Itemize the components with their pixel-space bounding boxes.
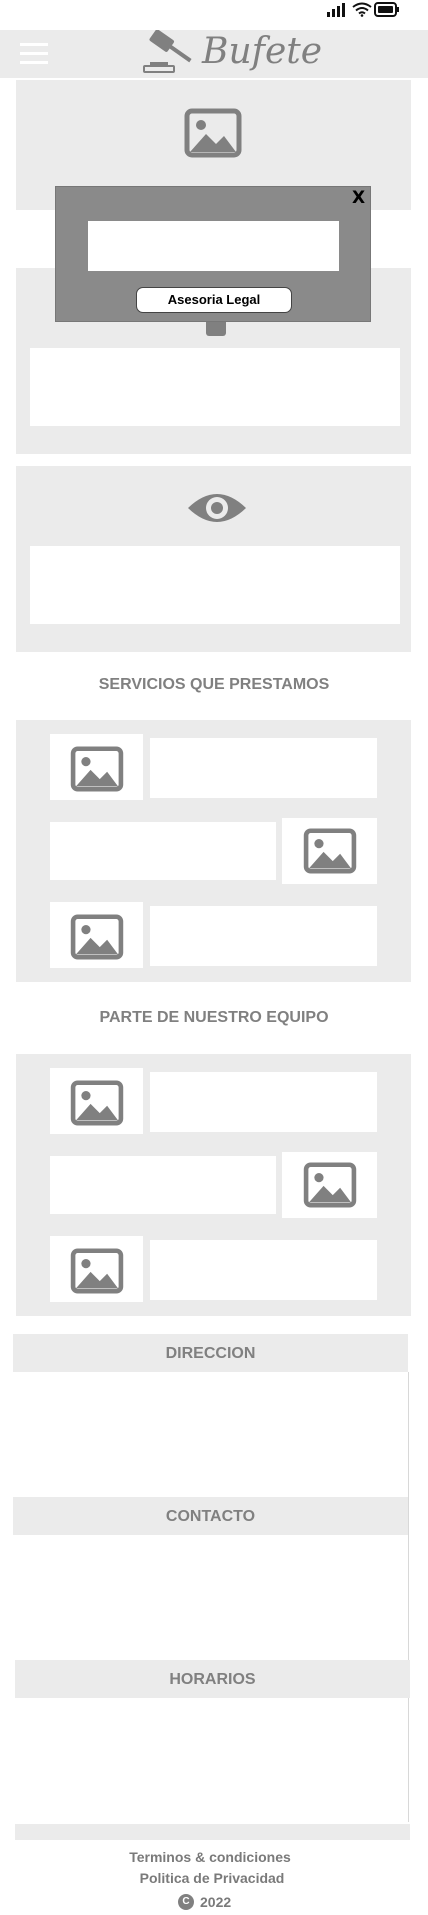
footer-divider	[15, 1824, 410, 1840]
status-bar	[0, 0, 428, 28]
contact-title: CONTACTO	[165, 1508, 256, 1525]
privacy-link[interactable]: Politica de Privacidad	[0, 1870, 426, 1886]
service-text-box	[150, 738, 377, 798]
image-placeholder-icon	[70, 1080, 124, 1126]
modal-text-box	[88, 221, 339, 271]
services-title: SERVICIOS QUE PRESTAMOS	[98, 676, 330, 693]
image-placeholder-icon	[70, 1248, 124, 1294]
terms-link[interactable]: Terminos & condiciones	[0, 1849, 424, 1865]
modal-close-button[interactable]: X	[352, 188, 365, 208]
vision-text-box	[30, 546, 400, 624]
service-text-box	[50, 822, 276, 880]
image-placeholder-icon	[184, 108, 242, 158]
hours-title: HORARIOS	[169, 1671, 256, 1688]
team-text-box	[150, 1072, 377, 1132]
asesoria-legal-button[interactable]: Asesoria Legal	[136, 287, 292, 313]
copyright-row: C 2022	[178, 1893, 231, 1911]
signal-icon	[327, 3, 345, 17]
image-placeholder-icon	[70, 914, 124, 960]
eye-icon	[188, 494, 246, 522]
team-text-box	[150, 1240, 377, 1300]
address-title: DIRECCION	[165, 1345, 256, 1362]
battery-icon	[374, 2, 399, 17]
service-text-box	[150, 906, 377, 966]
modal-dialog: X Asesoria Legal	[55, 186, 371, 322]
mission-text-box	[30, 348, 400, 426]
wifi-icon	[352, 2, 372, 17]
brand-name: Bufete	[202, 31, 323, 72]
team-title: PARTE DE NUESTRO EQUIPO	[99, 1009, 329, 1026]
gavel-logo-icon	[143, 30, 192, 73]
team-text-box	[50, 1156, 276, 1214]
image-placeholder-icon	[70, 746, 124, 792]
hamburger-menu-icon[interactable]	[20, 41, 48, 65]
info-column-border	[408, 1372, 409, 1822]
header: Bufete	[0, 30, 428, 78]
copyright-year: 2022	[200, 1894, 232, 1910]
image-placeholder-icon	[303, 828, 357, 874]
copyright-icon: C	[178, 1894, 194, 1910]
image-placeholder-icon	[303, 1162, 357, 1208]
